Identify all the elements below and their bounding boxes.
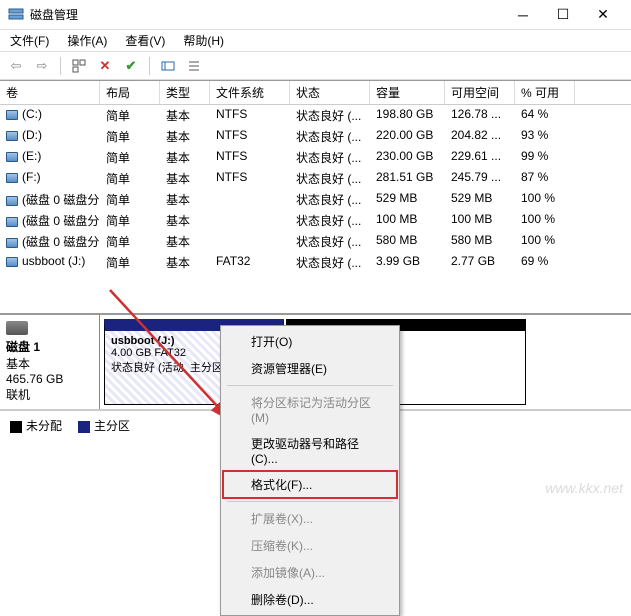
table-row[interactable]: usbboot (J:)简单基本FAT32状态良好 (...3.99 GB2.7… [0,252,631,273]
menu-file[interactable]: 文件(F) [6,30,53,51]
ctx-delete[interactable]: 删除卷(D)... [223,586,397,613]
menu-view[interactable]: 查看(V) [121,30,169,51]
col-fs[interactable]: 文件系统 [210,81,290,104]
col-capacity[interactable]: 容量 [370,81,445,104]
table-row[interactable]: (磁盘 0 磁盘分区 2)简单基本状态良好 (...100 MB100 MB10… [0,210,631,231]
table-header: 卷 布局 类型 文件系统 状态 容量 可用空间 % 可用 [0,81,631,105]
maximize-button[interactable]: ☐ [543,1,583,29]
context-menu: 打开(O) 资源管理器(E) 将分区标记为活动分区(M) 更改驱动器号和路径(C… [220,325,400,616]
legend-primary: 主分区 [78,417,130,434]
ctx-format[interactable]: 格式化(F)... [223,471,397,498]
toolbar: ⇦ ⇨ ✕ ✔ [0,52,631,80]
refresh-icon[interactable] [158,56,178,76]
minimize-button[interactable]: ─ [503,1,543,29]
check-icon[interactable]: ✔ [121,56,141,76]
titlebar: 磁盘管理 ─ ☐ ✕ [0,0,631,30]
delete-icon[interactable]: ✕ [95,56,115,76]
table-row[interactable]: (F:)简单基本NTFS状态良好 (...281.51 GB245.79 ...… [0,168,631,189]
col-status[interactable]: 状态 [290,81,370,104]
table-row[interactable]: (C:)简单基本NTFS状态良好 (...198.80 GB126.78 ...… [0,105,631,126]
volume-table: 卷 布局 类型 文件系统 状态 容量 可用空间 % 可用 (C:)简单基本NTF… [0,80,631,273]
disk-name: 磁盘 1 [6,338,93,355]
table-row[interactable]: (磁盘 0 磁盘分区 5)简单基本状态良好 (...580 MB580 MB10… [0,231,631,252]
col-layout[interactable]: 布局 [100,81,160,104]
disk-state: 联机 [6,386,93,403]
table-row[interactable]: (E:)简单基本NTFS状态良好 (...230.00 GB229.61 ...… [0,147,631,168]
disk-size: 465.76 GB [6,372,93,386]
disk-icon [6,321,28,335]
menu-action[interactable]: 操作(A) [63,30,111,51]
col-free[interactable]: 可用空间 [445,81,515,104]
ctx-open[interactable]: 打开(O) [223,328,397,355]
ctx-shrink[interactable]: 压缩卷(K)... [223,532,397,559]
legend-unallocated: 未分配 [10,417,62,434]
close-button[interactable]: ✕ [583,1,623,29]
table-row[interactable]: (磁盘 0 磁盘分区 1)简单基本状态良好 (...529 MB529 MB10… [0,189,631,210]
menu-help[interactable]: 帮助(H) [179,30,228,51]
ctx-mirror[interactable]: 添加镜像(A)... [223,559,397,586]
ctx-extend[interactable]: 扩展卷(X)... [223,505,397,532]
disk-mgmt-icon [8,7,24,23]
col-pctfree[interactable]: % 可用 [515,81,575,104]
watermark: www.kkx.net [545,480,623,496]
col-type[interactable]: 类型 [160,81,210,104]
forward-button[interactable]: ⇨ [32,56,52,76]
window-title: 磁盘管理 [30,6,503,23]
disk-type: 基本 [6,355,93,372]
view-button[interactable] [69,56,89,76]
table-row[interactable]: (D:)简单基本NTFS状态良好 (...220.00 GB204.82 ...… [0,126,631,147]
ctx-change-letter[interactable]: 更改驱动器号和路径(C)... [223,430,397,471]
list-icon[interactable] [184,56,204,76]
menubar: 文件(F) 操作(A) 查看(V) 帮助(H) [0,30,631,52]
col-volume[interactable]: 卷 [0,81,100,104]
ctx-explorer[interactable]: 资源管理器(E) [223,355,397,382]
back-button[interactable]: ⇦ [6,56,26,76]
ctx-mark-active[interactable]: 将分区标记为活动分区(M) [223,389,397,430]
disk-info[interactable]: 磁盘 1 基本 465.76 GB 联机 [0,315,100,409]
